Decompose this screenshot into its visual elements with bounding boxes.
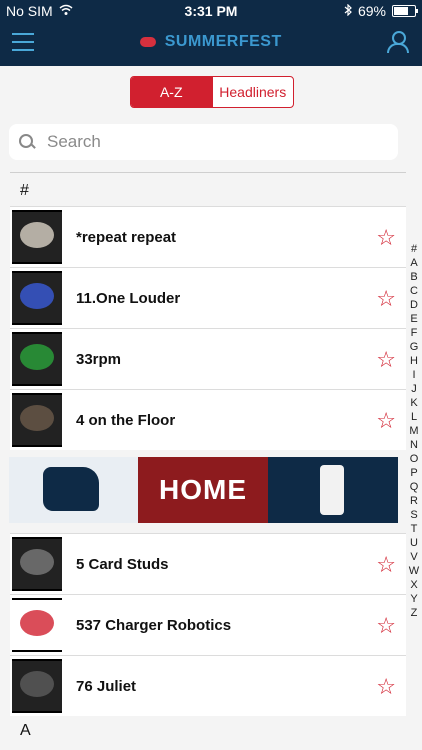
index-letter[interactable]: X [406,578,422,592]
status-bar: No SIM 3:31 PM 69% [0,0,422,22]
tab-headliners[interactable]: Headliners [211,77,294,107]
artist-thumbnail [12,393,62,447]
index-letter[interactable]: M [406,424,422,438]
artist-thumbnail [12,598,62,652]
artist-list-continued: 5 Card Studs ☆ 537 Charger Robotics ☆ 76… [10,533,406,716]
banner-right-panel [268,457,398,523]
favorite-star-icon[interactable]: ☆ [376,225,396,251]
lips-logo-icon [140,37,157,47]
artist-name: 4 on the Floor [76,411,176,429]
sort-segmented-control: A-Z Headliners [130,76,294,108]
bluetooth-icon [344,3,352,19]
section-header-a: A [20,722,31,739]
index-letter[interactable]: J [406,382,422,396]
index-letter[interactable]: H [406,354,422,368]
index-letter[interactable]: B [406,270,422,284]
index-letter[interactable]: F [406,326,422,340]
tab-a-z[interactable]: A-Z [131,77,212,107]
index-letter[interactable]: G [406,340,422,354]
list-item[interactable]: 5 Card Studs ☆ [10,533,406,594]
wisconsin-map-icon [43,467,99,511]
index-letter[interactable]: D [406,298,422,312]
index-letter[interactable]: W [406,564,422,578]
list-item[interactable]: 76 Juliet ☆ [10,655,406,716]
favorite-star-icon[interactable]: ☆ [376,347,396,373]
artist-name: *repeat repeat [76,228,177,246]
favorite-star-icon[interactable]: ☆ [376,674,396,700]
artist-thumbnail [12,271,62,325]
index-letter[interactable]: N [406,438,422,452]
favorite-star-icon[interactable]: ☆ [376,286,396,312]
index-letter[interactable]: P [406,466,422,480]
status-right: 69% [344,3,418,19]
artist-thumbnail [12,537,62,591]
favorite-star-icon[interactable]: ☆ [376,552,396,578]
artist-name: 33rpm [76,350,122,368]
index-letter[interactable]: V [406,550,422,564]
divider [10,172,406,173]
profile-icon[interactable] [386,31,409,53]
search-input[interactable] [45,131,379,153]
list-item[interactable]: *repeat repeat ☆ [10,206,406,267]
index-letter[interactable]: # [406,242,422,256]
artist-thumbnail [12,332,62,386]
artist-name: 537 Charger Robotics [76,616,232,634]
banner-left-panel [9,457,138,523]
artist-name: 76 Juliet [76,677,137,695]
index-letter[interactable]: K [406,396,422,410]
index-letter[interactable]: T [406,522,422,536]
favorite-star-icon[interactable]: ☆ [376,613,396,639]
app-header: No SIM 3:31 PM 69% SUMMERFEST [0,0,422,66]
alphabet-index[interactable]: # A B C D E F G H I J K L M N O P Q R S T U V W X Y Z [406,242,422,620]
index-letter[interactable]: C [406,284,422,298]
index-letter[interactable]: E [406,312,422,326]
artist-thumbnail [12,210,62,264]
summerfest-logo: SUMMERFEST [0,33,422,51]
index-letter[interactable]: Q [406,480,422,494]
beer-can-icon [320,465,344,515]
index-letter[interactable]: A [406,256,422,270]
battery-percent: 69% [357,3,386,19]
search-bar [9,124,398,160]
favorite-star-icon[interactable]: ☆ [376,408,396,434]
index-letter[interactable]: I [406,368,422,382]
list-item[interactable]: 537 Charger Robotics ☆ [10,594,406,655]
search-icon [19,134,35,150]
battery-icon [392,5,418,17]
ad-banner[interactable]: HOME [9,457,398,523]
index-letter[interactable]: O [406,452,422,466]
index-letter[interactable]: R [406,494,422,508]
index-letter[interactable]: U [406,536,422,550]
banner-home-text: HOME [138,457,268,523]
index-letter[interactable]: Y [406,592,422,606]
list-item[interactable]: 11.One Louder ☆ [10,267,406,328]
artist-list: *repeat repeat ☆ 11.One Louder ☆ 33rpm ☆… [10,206,406,450]
list-item[interactable]: 33rpm ☆ [10,328,406,389]
logo-text: SUMMERFEST [164,33,282,50]
index-letter[interactable]: L [406,410,422,424]
artist-thumbnail [12,659,62,713]
index-letter[interactable]: Z [406,606,422,620]
list-item[interactable]: 4 on the Floor ☆ [10,389,406,450]
section-header-hash: # [20,182,29,199]
artist-name: 5 Card Studs [76,555,169,573]
artist-name: 11.One Louder [76,289,181,307]
index-letter[interactable]: S [406,508,422,522]
